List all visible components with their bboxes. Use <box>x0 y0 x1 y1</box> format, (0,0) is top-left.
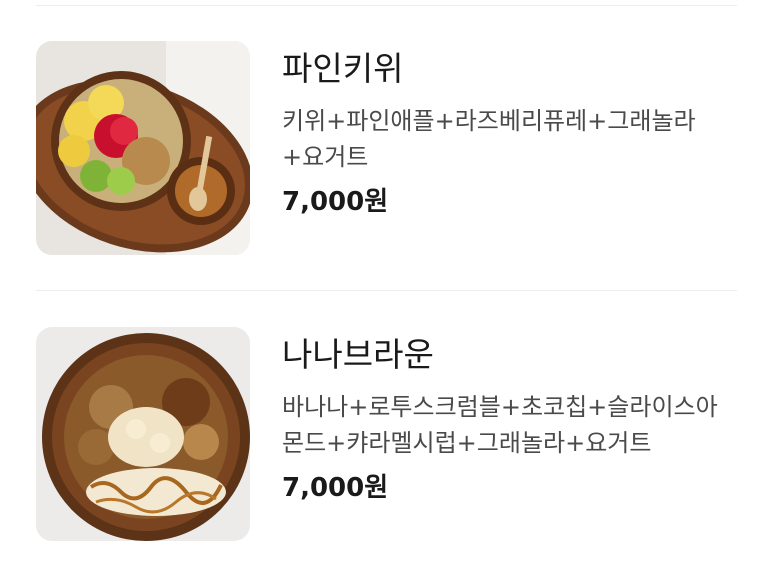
menu-item-image <box>36 41 250 255</box>
menu-item-name: 나나브라운 <box>282 335 434 374</box>
menu-item-pine-kiwi[interactable]: 파인키위 키위+파인애플+라즈베리퓨레+그래놀라+요거트 7,000원 <box>36 41 737 257</box>
menu-item-price: 7,000원 <box>282 473 389 503</box>
menu-item-description: 키위+파인애플+라즈베리퓨레+그래놀라+요거트 <box>282 107 696 171</box>
top-divider <box>36 5 737 6</box>
menu-item-image <box>36 327 250 541</box>
menu-item-price: 7,000원 <box>282 187 389 217</box>
item-divider <box>36 290 737 291</box>
menu-item-description: 바나나+로투스크럼블+초코칩+슬라이스아몬드+캬라멜시럽+그래놀라+요거트 <box>282 393 718 457</box>
menu-item-name: 파인키위 <box>282 49 404 88</box>
menu-item-nana-brown[interactable]: 나나브라운 바나나+로투스크럼블+초코칩+슬라이스아몬드+캬라멜시럽+그래놀라+… <box>36 327 737 543</box>
